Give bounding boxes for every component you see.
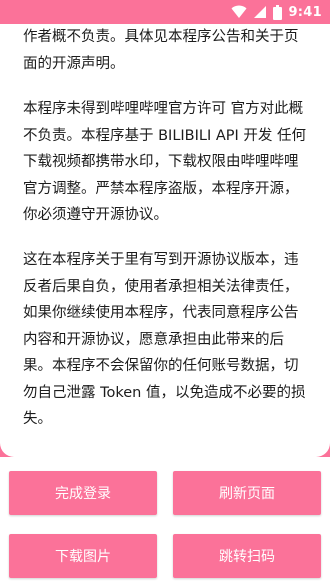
status-time: 9:41: [288, 4, 322, 20]
status-bar: 9:41: [0, 0, 330, 24]
signal-icon: [253, 5, 267, 19]
disclaimer-paragraph-2: 本程序未得到哔哩哔哩官方许可 官方对此概不负责。本程序基于 BILIBILI A…: [23, 101, 307, 223]
jump-scan-button[interactable]: 跳转扫码: [173, 534, 321, 578]
disclaimer-paragraph-3: 这在本程序关于里有写到开源协议版本，违反者后果自负，使用者承担相关法律责任，如果…: [23, 252, 306, 427]
refresh-page-button[interactable]: 刷新页面: [173, 471, 321, 515]
disclaimer-card: 作者概不负责。具体见本程序公告和关于页面的开源声明。 本程序未得到哔哩哔哩官方许…: [0, 24, 330, 457]
button-area: 完成登录 刷新页面 下载图片 跳转扫码: [0, 457, 330, 587]
battery-icon: [273, 4, 283, 20]
status-icons: 9:41: [231, 0, 322, 24]
disclaimer-paragraph-1: 作者概不负责。具体见本程序公告和关于页面的开源声明。: [23, 29, 299, 72]
download-image-button[interactable]: 下载图片: [9, 534, 157, 578]
complete-login-button[interactable]: 完成登录: [9, 471, 157, 515]
wifi-icon: [231, 5, 247, 19]
